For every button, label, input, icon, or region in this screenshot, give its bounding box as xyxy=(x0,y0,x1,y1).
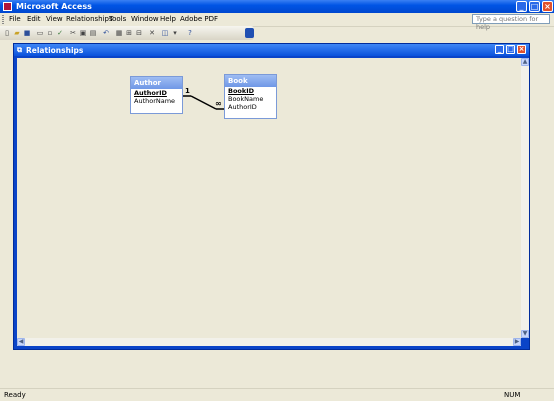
field-authorid[interactable]: AuthorID xyxy=(131,89,182,97)
field-book-authorid[interactable]: AuthorID xyxy=(225,103,276,111)
field-bookid[interactable]: BookID xyxy=(225,87,276,95)
relationship-many-label: ∞ xyxy=(215,99,222,108)
menu-adobe-pdf[interactable]: Adobe PDF xyxy=(180,15,218,23)
cut-icon[interactable]: ✂ xyxy=(69,29,77,37)
child-minimize-button[interactable]: _ xyxy=(495,45,504,54)
menu-bar: File Edit View Relationships Tools Windo… xyxy=(0,13,554,31)
menu-file[interactable]: File xyxy=(9,15,21,23)
preview-icon[interactable]: ▫ xyxy=(46,29,54,37)
close-button[interactable]: × xyxy=(542,1,553,12)
menu-view[interactable]: View xyxy=(46,15,63,23)
maximize-button[interactable]: □ xyxy=(529,1,540,12)
relationship-line[interactable] xyxy=(190,95,217,110)
undo-icon[interactable]: ↶ xyxy=(102,29,110,37)
minimize-button[interactable]: _ xyxy=(516,1,527,12)
minimize-icon: _ xyxy=(497,45,502,53)
menu-tools[interactable]: Tools xyxy=(109,15,126,23)
status-bar: Ready NUM xyxy=(0,388,554,401)
close-icon: × xyxy=(518,45,525,53)
horizontal-scrollbar[interactable]: ◀ ▶ xyxy=(17,338,521,346)
scroll-left-icon[interactable]: ◀ xyxy=(17,338,25,346)
new-object-icon[interactable]: ▾ xyxy=(171,29,179,37)
new-icon[interactable]: ▯ xyxy=(3,29,11,37)
toolbar-options-icon[interactable] xyxy=(245,28,254,38)
menu-relationships[interactable]: Relationships xyxy=(66,15,113,23)
relationships-window: ⧉ Relationships _ □ × 1 ∞ Author AuthorI… xyxy=(13,43,530,350)
menu-help[interactable]: Help xyxy=(160,15,176,23)
table-author-title[interactable]: Author xyxy=(131,77,182,89)
table-book[interactable]: Book BookID BookName AuthorID xyxy=(224,74,277,119)
title-bar[interactable]: Microsoft Access _ □ × xyxy=(0,0,554,13)
table-author[interactable]: Author AuthorID AuthorName xyxy=(130,76,183,114)
access-app-icon[interactable] xyxy=(3,2,12,11)
direct-relationships-icon[interactable]: ⊞ xyxy=(125,29,133,37)
show-table-icon[interactable]: ▦ xyxy=(115,29,123,37)
paste-icon[interactable]: ▤ xyxy=(89,29,97,37)
spelling-icon[interactable]: ✓ xyxy=(56,29,64,37)
table-book-title[interactable]: Book xyxy=(225,75,276,87)
database-window-icon[interactable]: ◫ xyxy=(161,29,169,37)
close-icon: × xyxy=(544,2,551,11)
maximize-icon: □ xyxy=(530,2,539,11)
scroll-up-icon[interactable]: ▲ xyxy=(521,58,529,66)
scroll-right-icon[interactable]: ▶ xyxy=(513,338,521,346)
vertical-scrollbar[interactable]: ▲ ▼ xyxy=(521,58,529,338)
relationships-title-bar[interactable]: ⧉ Relationships _ □ × xyxy=(14,44,529,56)
print-icon[interactable]: ▭ xyxy=(36,29,44,37)
save-icon[interactable]: ■ xyxy=(23,29,31,37)
child-maximize-button[interactable]: □ xyxy=(506,45,515,54)
all-relationships-icon[interactable]: ⊟ xyxy=(135,29,143,37)
relationships-window-icon[interactable]: ⧉ xyxy=(17,46,22,55)
help-icon[interactable]: ? xyxy=(186,29,194,37)
maximize-icon: □ xyxy=(507,45,514,53)
relationships-canvas[interactable]: 1 ∞ Author AuthorID AuthorName Book Book… xyxy=(17,58,521,338)
window-title: Microsoft Access xyxy=(16,2,92,11)
field-authorname[interactable]: AuthorName xyxy=(131,97,182,105)
relationship-toolbar: ▯ ▰ ■ ▭ ▫ ✓ ✂ ▣ ▤ ↶ ▦ ⊞ ⊟ ✕ ◫ ▾ ? xyxy=(0,26,254,40)
field-bookname[interactable]: BookName xyxy=(225,95,276,103)
status-text: Ready xyxy=(4,391,26,399)
help-search-input[interactable]: Type a question for help xyxy=(472,14,550,31)
open-icon[interactable]: ▰ xyxy=(13,29,21,37)
copy-icon[interactable]: ▣ xyxy=(79,29,87,37)
scroll-down-icon[interactable]: ▼ xyxy=(521,330,529,338)
child-close-button[interactable]: × xyxy=(517,45,526,54)
num-lock-indicator: NUM xyxy=(504,391,521,399)
menu-edit[interactable]: Edit xyxy=(27,15,41,23)
relationships-window-title: Relationships xyxy=(26,46,84,55)
menu-grip-icon[interactable] xyxy=(2,15,4,24)
relationship-one-label: 1 xyxy=(185,87,190,95)
delete-icon[interactable]: ✕ xyxy=(148,29,156,37)
menu-window[interactable]: Window xyxy=(131,15,159,23)
minimize-icon: _ xyxy=(519,2,524,11)
